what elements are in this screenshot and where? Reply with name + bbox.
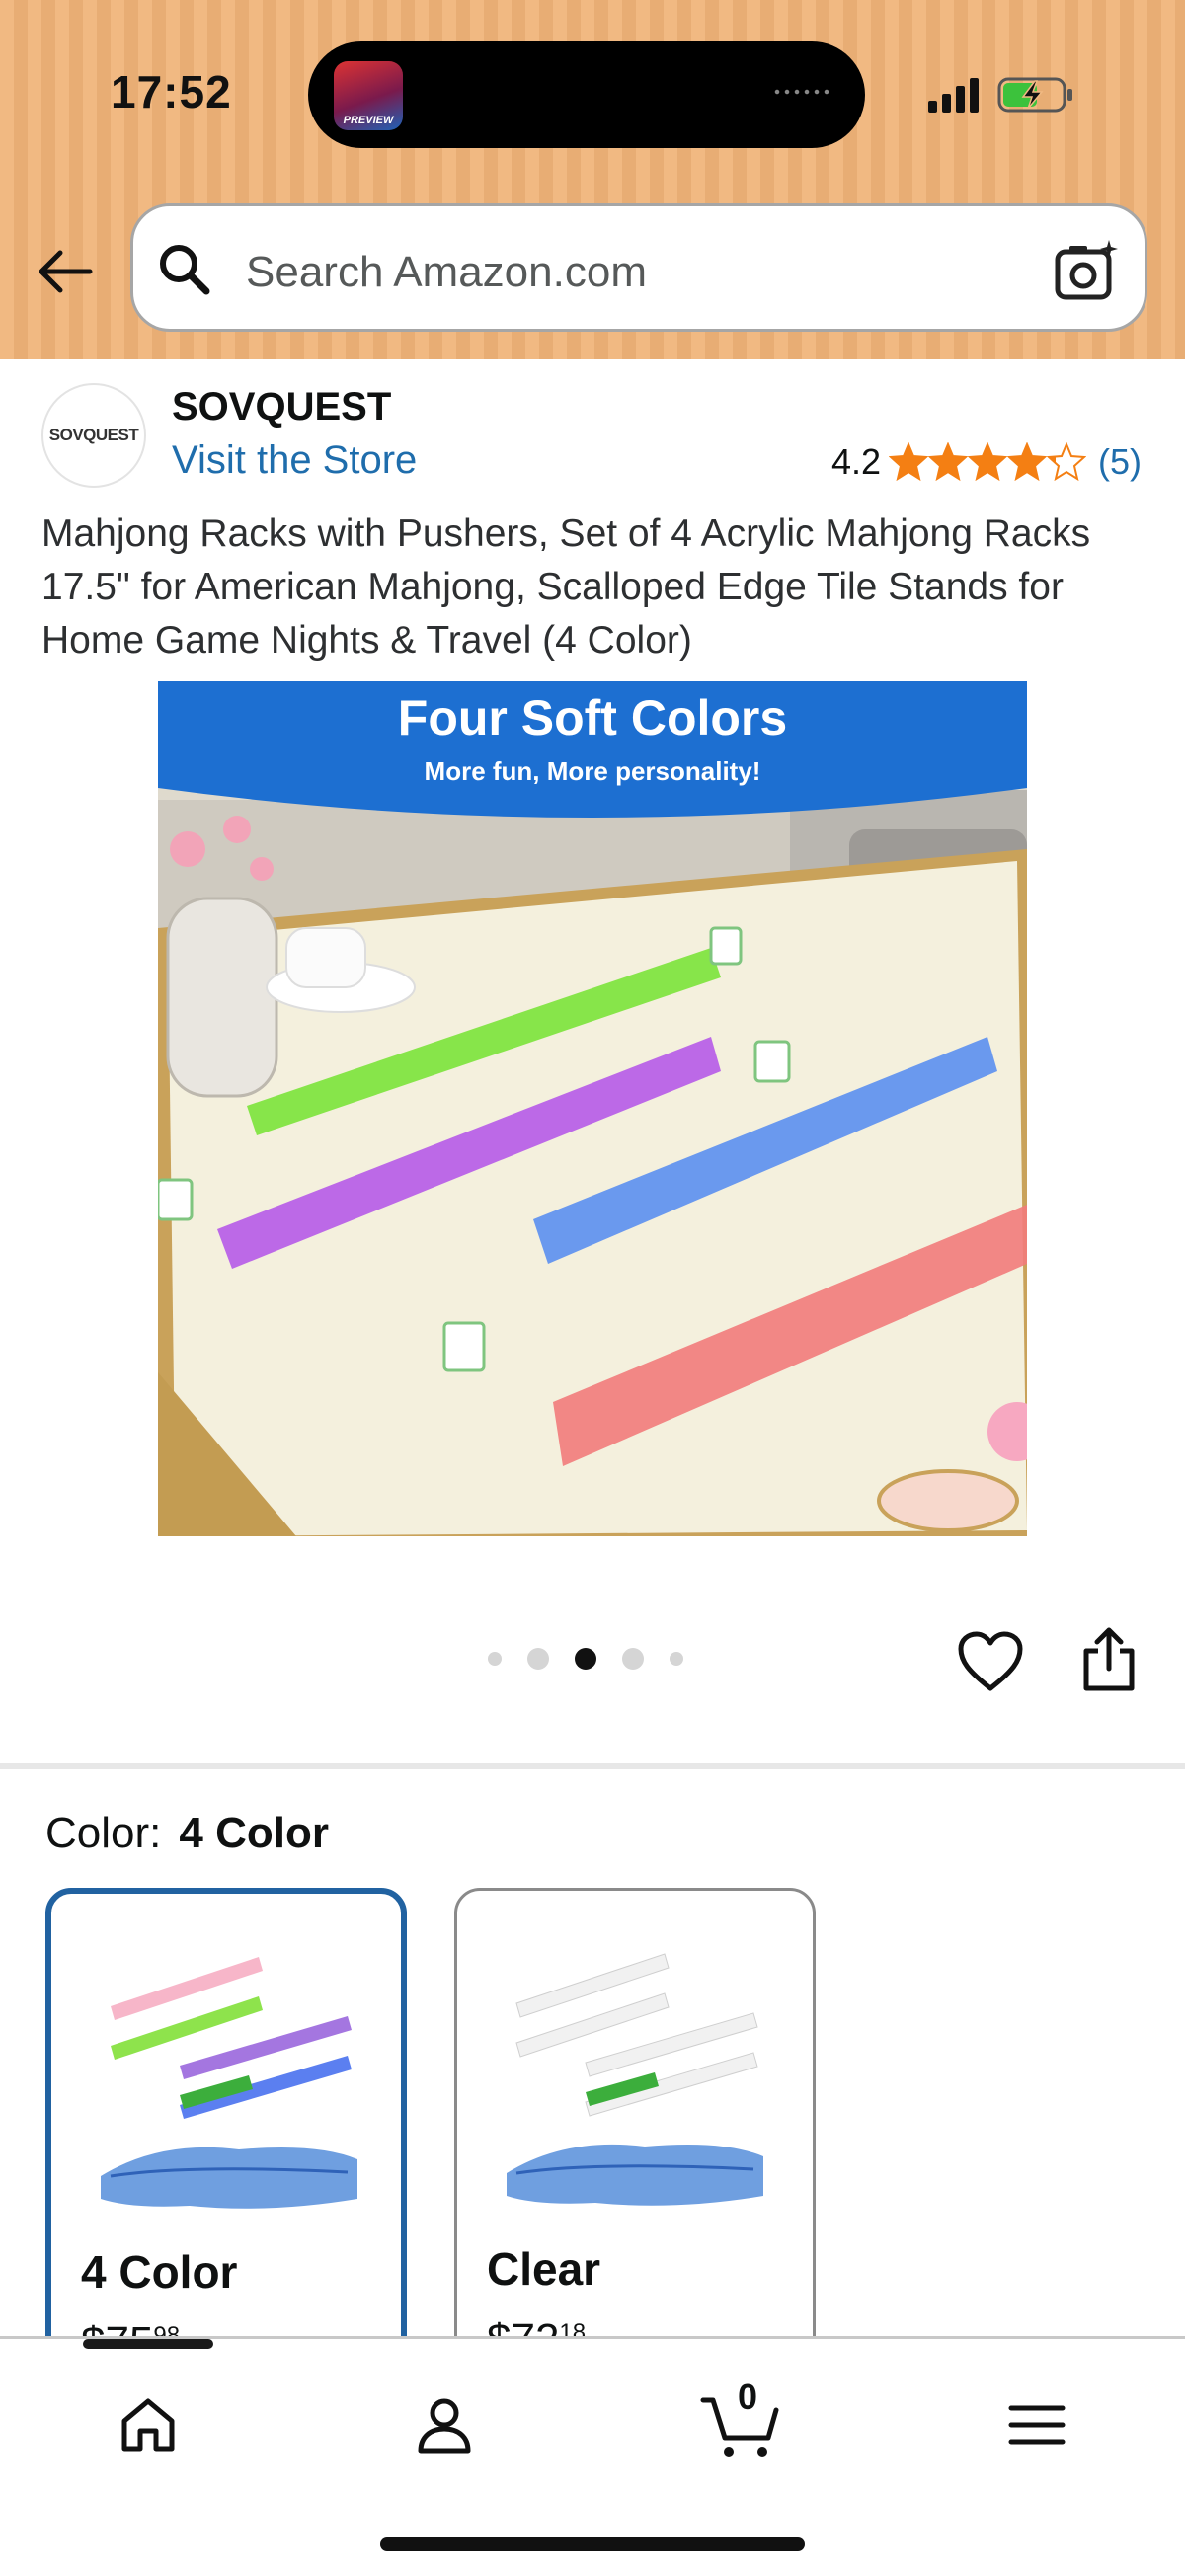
live-activity-label: PREVIEW [343,115,394,126]
pager-dot[interactable] [670,1652,683,1666]
star-icon [928,442,968,482]
menu-icon [1008,2405,1066,2445]
brand-name: SOVQUEST [172,385,392,429]
battery-charging-icon [997,77,1072,113]
nav-active-indicator [83,2339,213,2349]
search-placeholder: Search Amazon.com [246,248,647,296]
color-option-name: 4 Color [81,2246,238,2298]
image-banner-title: Four Soft Colors [397,690,788,745]
nav-cart-button[interactable]: 0 [696,2377,785,2469]
cart-count: 0 [737,2377,758,2417]
pager-dot-active[interactable] [575,1648,596,1670]
live-activity-thumbnail[interactable]: PREVIEW [334,61,403,130]
color-option-name: Clear [487,2243,601,2295]
visit-store-link[interactable]: Visit the Store [172,438,417,483]
search-input[interactable]: Search Amazon.com [130,203,1147,332]
rating-count-link[interactable]: (5) [1098,441,1142,483]
color-option-4-color[interactable]: 4 Color $7598 [45,1888,407,2362]
cellular-signal-icon [928,78,979,113]
selected-color-value: 4 Color [179,1809,329,1857]
nav-home-button[interactable] [104,2381,193,2469]
image-pager[interactable] [488,1647,709,1671]
pager-dot[interactable] [622,1648,644,1670]
color-label-text: Color: [45,1809,162,1857]
swatch-image-clear [507,1953,763,2206]
home-icon [121,2398,175,2452]
camera-search-icon[interactable] [1052,236,1121,305]
wishlist-heart-icon[interactable] [956,1629,1025,1694]
section-divider [0,1763,1185,1769]
nav-account-button[interactable] [400,2381,489,2469]
home-indicator[interactable] [380,2537,805,2551]
back-arrow-icon [39,250,93,293]
star-icon [1007,442,1047,482]
rating-value: 4.2 [830,441,881,482]
star-icon [968,442,1007,482]
brand-logo[interactable]: SOVQUEST [41,383,146,488]
pager-dot[interactable] [488,1652,502,1666]
back-button[interactable] [30,237,99,306]
rating-summary[interactable]: 4.2 (5) [831,440,1142,484]
product-title: Mahjong Racks with Pushers, Set of 4 Acr… [41,512,1091,662]
star-icon [1047,442,1086,482]
search-icon [160,245,210,295]
star-icon [889,442,928,482]
color-label: Color: 4 Color [45,1809,329,1858]
image-banner-subtitle: More fun, More personality! [424,756,761,786]
island-dots-icon [772,89,831,95]
account-icon [418,2398,471,2454]
nav-menu-button[interactable] [992,2381,1081,2469]
color-option-clear[interactable]: Clear $7218 [454,1888,816,2362]
swatch-image-4-color [101,1957,357,2209]
top-header: 17:52 PREVIEW Search Amazon.com [0,0,1185,359]
status-time: 17:52 [111,66,232,117]
dynamic-island[interactable]: PREVIEW [308,41,865,148]
pager-dot[interactable] [527,1648,549,1670]
product-image[interactable]: Four Soft Colors More fun, More personal… [158,681,1027,1536]
share-icon[interactable] [1078,1625,1140,1694]
rating-stars [889,442,1086,482]
